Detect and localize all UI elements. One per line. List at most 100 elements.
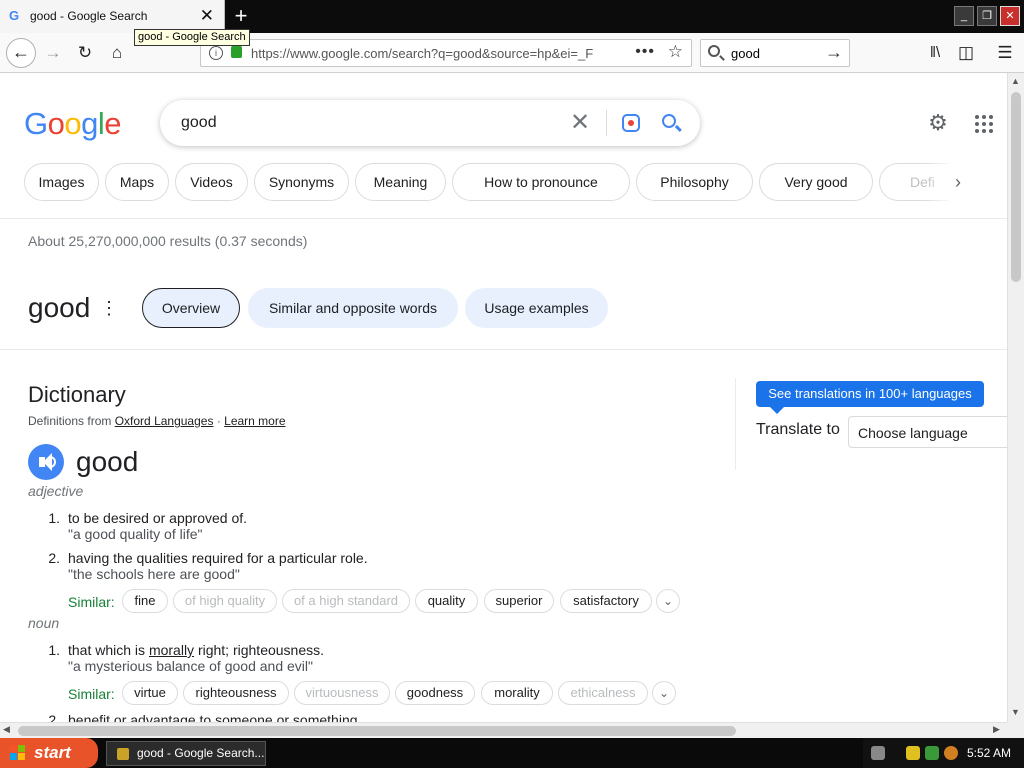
secure-lock-icon [231, 46, 242, 58]
sidebar-toggle-icon[interactable]: ◫ [953, 40, 979, 66]
url-bar[interactable]: i https://www.google.com/search?q=good&s… [200, 39, 692, 67]
pronounce-speaker-icon[interactable] [28, 444, 64, 480]
expand-similar-chevron-icon[interactable]: ⌄ [652, 681, 676, 705]
tab-tooltip: good - Google Search [134, 29, 250, 46]
google-lens-icon[interactable] [622, 114, 640, 132]
part-of-speech-adjective: adjective [28, 483, 84, 499]
back-arrow-icon[interactable]: ← [6, 38, 36, 68]
source-separator: · [216, 414, 221, 428]
taskbar-window-item[interactable]: good - Google Search... [106, 741, 266, 766]
home-icon[interactable]: ⌂ [104, 40, 130, 66]
result-stats: About 25,270,000,000 results (0.37 secon… [28, 233, 308, 249]
window-minimize-button[interactable]: _ [954, 6, 974, 26]
divider [0, 218, 1007, 219]
logo-letter: e [104, 106, 122, 141]
similar-word-chip[interactable]: goodness [395, 681, 475, 705]
definition-text: having the qualities required for a part… [68, 550, 368, 566]
part-of-speech-noun: noun [28, 615, 60, 631]
similar-word-chip[interactable]: of a high standard [282, 589, 410, 613]
chip-maps[interactable]: Maps [105, 163, 169, 201]
vertical-scrollbar[interactable]: ▲ ▼ [1007, 73, 1024, 722]
new-tab-button[interactable]: + [230, 3, 252, 29]
page-actions-menu-icon[interactable]: ••• [635, 43, 655, 61]
logo-letter: o [47, 106, 65, 141]
definition-example: "a good quality of life" [68, 526, 203, 542]
start-button[interactable]: start [0, 738, 98, 768]
similar-word-chip[interactable]: morality [481, 681, 553, 705]
security-shield-icon[interactable] [906, 746, 920, 760]
similar-word-chip[interactable]: quality [415, 589, 478, 613]
search-go-arrow-icon[interactable]: → [825, 42, 843, 63]
similar-label: Similar: [68, 594, 115, 610]
sense-number: 1. [48, 510, 60, 526]
tab-overview[interactable]: Overview [142, 288, 240, 328]
similar-word-chip[interactable]: virtue [122, 681, 178, 705]
library-icon[interactable]: ‖\ [922, 40, 948, 66]
tab-usage-examples[interactable]: Usage examples [465, 288, 608, 328]
definition-text: to be desired or approved of. [68, 510, 248, 526]
horizontal-scrollbar[interactable]: ◀ ▶ [0, 722, 1007, 738]
google-apps-grid-icon[interactable] [975, 115, 993, 133]
chip-very-good[interactable]: Very good [759, 163, 873, 201]
settings-gear-icon[interactable]: ⚙ [927, 112, 949, 134]
translate-to-label: Translate to [756, 421, 840, 438]
definition-example: "a mysterious balance of good and evil" [68, 658, 313, 674]
forward-arrow-icon[interactable]: → [40, 40, 66, 66]
hamburger-menu-icon[interactable]: ☰ [992, 40, 1018, 66]
vertical-scroll-thumb[interactable] [1011, 92, 1021, 282]
tab-similar-opposite-words[interactable]: Similar and opposite words [248, 288, 458, 328]
chip-philosophy[interactable]: Philosophy [636, 163, 753, 201]
oxford-languages-link[interactable]: Oxford Languages [115, 414, 214, 428]
similar-word-chip[interactable]: righteousness [183, 681, 289, 705]
search-box-divider [606, 110, 607, 136]
definition-example: "the schools here are good" [68, 566, 240, 582]
window-restore-button[interactable]: ❐ [977, 6, 997, 26]
see-translations-button[interactable]: See translations in 100+ languages [756, 381, 984, 414]
tab-close-icon[interactable]: ✕ [200, 6, 214, 26]
similar-word-chip[interactable]: virtuousness [294, 681, 390, 705]
chip-meaning[interactable]: Meaning [355, 163, 446, 201]
scroll-down-arrow-icon[interactable]: ▼ [1011, 707, 1020, 717]
keyboard-icon[interactable] [871, 746, 885, 760]
word-more-vert-icon[interactable]: ⋮ [100, 298, 118, 319]
reload-icon[interactable]: ↻ [72, 40, 98, 66]
google-search-input[interactable]: good [181, 114, 217, 132]
similar-word-chip[interactable]: of high quality [173, 589, 277, 613]
similar-word-chip[interactable]: ethicalness [558, 681, 648, 705]
tab-title: good - Google Search [30, 9, 148, 23]
browser-search-input[interactable] [729, 44, 819, 62]
panel-divider [735, 378, 736, 470]
definition-text: that which is morally right; righteousne… [68, 642, 325, 658]
network-icon[interactable] [925, 746, 939, 760]
morally-link[interactable]: morally [149, 642, 194, 658]
google-search-box[interactable]: good ✕ [160, 100, 700, 146]
search-tray-icon[interactable] [944, 746, 958, 760]
scroll-up-arrow-icon[interactable]: ▲ [1011, 76, 1020, 86]
sense-number: 1. [48, 642, 60, 658]
site-info-icon[interactable]: i [209, 46, 223, 60]
chip-synonyms[interactable]: Synonyms [254, 163, 349, 201]
similar-word-chip[interactable]: superior [484, 589, 554, 613]
url-text[interactable]: https://www.google.com/search?q=good&sou… [251, 46, 611, 61]
horizontal-scroll-thumb[interactable] [18, 726, 736, 736]
chip-how-to-pronounce[interactable]: How to pronounce [452, 163, 630, 201]
scroll-right-arrow-icon[interactable]: ▶ [993, 724, 1000, 735]
similar-word-chip[interactable]: satisfactory [560, 589, 652, 613]
browser-search-bar[interactable]: → [700, 39, 850, 67]
google-logo[interactable]: Google [24, 106, 122, 142]
windows-flag-icon [10, 745, 26, 761]
learn-more-link[interactable]: Learn more [224, 414, 285, 428]
logo-letter: G [24, 106, 48, 141]
similar-word-chip[interactable]: fine [122, 589, 168, 613]
clear-search-icon[interactable]: ✕ [570, 108, 590, 137]
search-submit-icon[interactable] [662, 114, 676, 128]
scroll-left-arrow-icon[interactable]: ◀ [3, 724, 10, 735]
chip-images[interactable]: Images [24, 163, 99, 201]
chip-videos[interactable]: Videos [175, 163, 248, 201]
choose-language-select[interactable]: Choose language [848, 416, 1018, 448]
expand-similar-chevron-icon[interactable]: ⌄ [656, 589, 680, 613]
definitions-from-label: Definitions from [28, 414, 112, 428]
bookmark-star-icon[interactable]: ☆ [668, 42, 683, 62]
window-close-button[interactable]: ✕ [1000, 6, 1020, 26]
chips-next-chevron-icon[interactable]: › [955, 172, 961, 193]
